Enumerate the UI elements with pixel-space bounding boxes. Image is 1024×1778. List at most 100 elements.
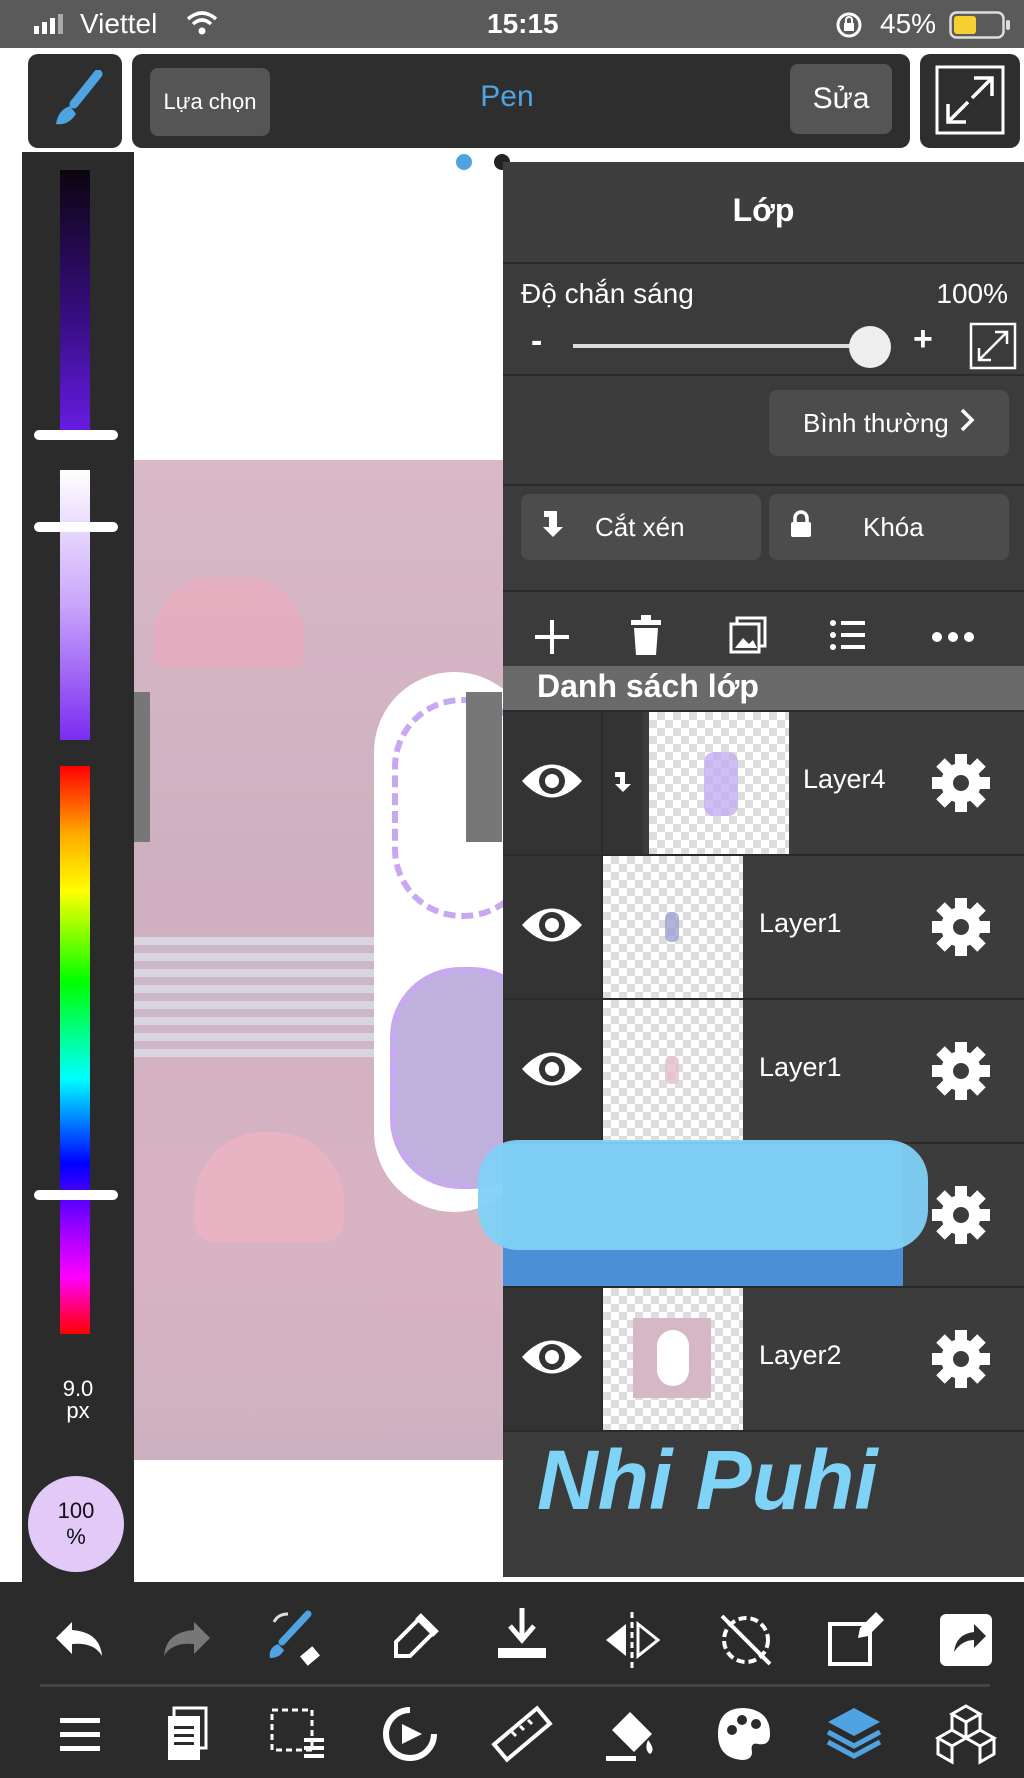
- visibility-toggle[interactable]: [503, 1288, 603, 1430]
- signature: Nhi Puhi: [537, 1433, 878, 1527]
- brush-opacity[interactable]: 100 %: [28, 1476, 124, 1572]
- opacity-minus-button[interactable]: -: [531, 322, 542, 361]
- tool-name[interactable]: Pen: [432, 80, 582, 114]
- layer-thumbnail: [649, 712, 789, 854]
- brush-icon: [48, 69, 104, 135]
- wifi-icon: [186, 10, 218, 41]
- toolbar-divider: [40, 1684, 990, 1687]
- chevron-right-icon: [959, 407, 975, 440]
- blend-mode-button[interactable]: Bình thường: [769, 390, 1009, 456]
- saturation-slider[interactable]: [60, 470, 90, 740]
- battery-percent: 45%: [880, 8, 937, 39]
- opacity-row: Độ chắn sáng 100% - +: [503, 262, 1024, 376]
- opacity-plus-button[interactable]: +: [913, 320, 933, 359]
- visibility-toggle[interactable]: [503, 1000, 603, 1142]
- layer-row[interactable]: Layer1: [503, 1000, 1024, 1144]
- visibility-toggle[interactable]: [503, 856, 603, 998]
- artwork-glitch-lines: [134, 937, 374, 1057]
- color-panel: 9.0 px 100 %: [22, 152, 134, 1582]
- flip-icon[interactable]: [600, 1608, 664, 1672]
- tool-bar-center: Lựa chọn Pen Sửa: [132, 54, 910, 148]
- layer-row[interactable]: Layer1: [503, 856, 1024, 1000]
- eyedropper-icon[interactable]: [380, 1608, 444, 1672]
- brush-size-unit: px: [66, 1398, 90, 1423]
- selection-icon[interactable]: [266, 1702, 330, 1766]
- expand-opacity-icon[interactable]: [969, 322, 1017, 375]
- brightness-handle[interactable]: [34, 430, 118, 440]
- opacity-label: Độ chắn sáng: [521, 278, 694, 309]
- pages-icon[interactable]: [156, 1702, 220, 1766]
- download-icon[interactable]: [490, 1604, 554, 1668]
- blend-mode-label: Bình thường: [803, 407, 949, 438]
- lock-icon: [789, 509, 813, 545]
- gear-icon[interactable]: [926, 1180, 996, 1250]
- edit-button[interactable]: Sửa: [790, 64, 892, 134]
- expand-button[interactable]: [920, 54, 1020, 148]
- hue-handle[interactable]: [34, 1190, 118, 1200]
- layer-thumbnail: [603, 1000, 743, 1142]
- eye-icon: [519, 756, 585, 811]
- ruler-icon[interactable]: [490, 1702, 554, 1766]
- brush-tool-button[interactable]: [28, 54, 122, 148]
- layer-row[interactable]: Layer4: [503, 712, 1024, 856]
- scribble-cover: [478, 1140, 928, 1250]
- lock-button[interactable]: Khóa: [769, 494, 1009, 560]
- layer-name: Layer4: [803, 764, 886, 794]
- gear-icon[interactable]: [926, 892, 996, 962]
- delete-layer-icon[interactable]: [629, 614, 663, 661]
- brush-size[interactable]: 9.0 px: [22, 1378, 134, 1422]
- gear-icon[interactable]: [926, 1324, 996, 1394]
- brush-eraser-swap-icon[interactable]: [264, 1608, 328, 1672]
- gear-icon[interactable]: [926, 1036, 996, 1106]
- layers-icon[interactable]: [822, 1702, 886, 1766]
- clip-button[interactable]: Cắt xén: [521, 494, 761, 560]
- brush-opacity-unit: %: [66, 1524, 86, 1549]
- clock: 15:15: [487, 8, 559, 39]
- opacity-slider-handle[interactable]: [849, 326, 891, 368]
- image-layer-icon[interactable]: [729, 616, 767, 659]
- page-dot-active[interactable]: [456, 154, 472, 170]
- right-scroll-handle[interactable]: [466, 692, 502, 842]
- left-scroll-handle[interactable]: [134, 692, 150, 842]
- saturation-handle[interactable]: [34, 522, 118, 532]
- drawing-canvas[interactable]: [134, 152, 504, 1582]
- palette-icon[interactable]: [712, 1702, 776, 1766]
- bottom-toolbar: [0, 1582, 1024, 1778]
- layer-list-title: Danh sách lớp: [537, 668, 759, 704]
- opacity-slider-track[interactable]: [573, 344, 871, 348]
- lock-label: Khóa: [863, 511, 924, 542]
- brightness-slider[interactable]: [60, 170, 90, 438]
- eye-icon: [519, 1332, 585, 1387]
- signal-bars-icon: [34, 14, 68, 39]
- gear-icon[interactable]: [926, 748, 996, 818]
- select-button[interactable]: Lựa chọn: [150, 68, 270, 136]
- materials-icon[interactable]: [934, 1702, 998, 1766]
- expand-icon: [934, 64, 1006, 141]
- artwork-jellyfish-top: [154, 577, 304, 667]
- more-icon[interactable]: [931, 630, 975, 648]
- top-toolbar: Lựa chọn Pen Sửa: [22, 48, 1024, 152]
- clip-label: Cắt xén: [595, 511, 685, 542]
- rotate-off-icon[interactable]: [714, 1608, 778, 1672]
- layer-thumbnail: [603, 856, 743, 998]
- layer-name: Layer2: [759, 1340, 842, 1370]
- add-layer-icon[interactable]: [533, 618, 571, 661]
- layer-row[interactable]: Layer2: [503, 1288, 1024, 1432]
- fill-icon[interactable]: [600, 1702, 664, 1766]
- hue-slider[interactable]: [60, 766, 90, 1334]
- layer-list-icon[interactable]: [829, 618, 865, 657]
- layer-panel: Lớp Độ chắn sáng 100% - + Bình thường Cắ…: [503, 162, 1024, 1577]
- share-icon[interactable]: [934, 1608, 998, 1672]
- brush-opacity-value: 100: [57, 1498, 95, 1523]
- opacity-value: 100%: [936, 278, 1008, 309]
- undo-icon[interactable]: [48, 1608, 112, 1672]
- visibility-toggle[interactable]: [503, 712, 603, 854]
- blend-row: Bình thường: [503, 374, 1024, 486]
- redo-icon[interactable]: [154, 1608, 218, 1672]
- layer-name: Layer1: [759, 908, 842, 938]
- rotate-canvas-icon[interactable]: [378, 1702, 442, 1766]
- menu-icon[interactable]: [48, 1702, 112, 1766]
- clip-lock-row: Cắt xén Khóa: [503, 484, 1024, 592]
- layer-panel-header: Lớp: [503, 162, 1024, 264]
- transform-icon[interactable]: [824, 1608, 888, 1672]
